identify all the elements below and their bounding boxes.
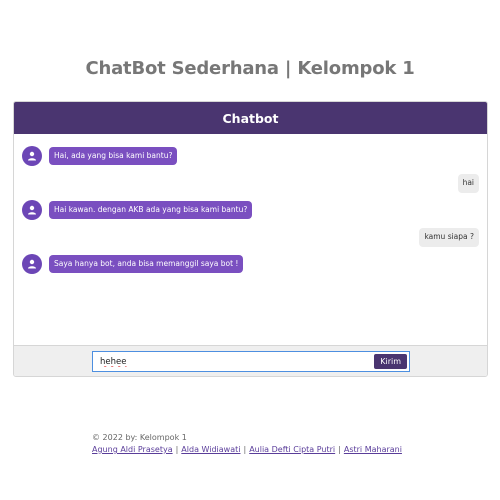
copyright-text: © 2022 by: Kelompok 1 <box>92 433 187 442</box>
user-avatar-icon <box>22 200 42 220</box>
chat-header: Chatbot <box>14 102 487 134</box>
user-message: kamu siapa ? <box>419 228 479 247</box>
message-bubble: hai <box>457 174 479 193</box>
footer: © 2022 by: Kelompok 1 Agung Aldi Prasety… <box>92 432 402 456</box>
message-input-bar: Kirim <box>14 345 487 376</box>
message-bubble: Hai kawan. dengan AKB ada yang bisa kami… <box>49 200 253 220</box>
message-input[interactable] <box>93 353 375 370</box>
link-separator: | <box>338 445 341 454</box>
member-link[interactable]: Astri Maharani <box>344 445 402 454</box>
chat-window: Chatbot Hai, ada yang bisa kami bantu? h… <box>13 101 488 377</box>
bot-message: Saya hanya bot, anda bisa memanggil saya… <box>22 254 244 274</box>
bot-message: Hai, ada yang bisa kami bantu? <box>22 146 178 166</box>
message-list: Hai, ada yang bisa kami bantu? hai Hai k… <box>14 134 487 346</box>
user-avatar-icon <box>22 146 42 166</box>
message-input-wrapper: Kirim <box>92 351 410 372</box>
member-links: Agung Aldi Prasetya | Alda Widiawati | Aulia… <box>92 444 402 456</box>
user-message: hai <box>457 174 479 193</box>
member-link[interactable]: Alda Widiawati <box>181 445 240 454</box>
message-bubble: Saya hanya bot, anda bisa memanggil saya… <box>49 254 244 274</box>
page-title: ChatBot Sederhana | Kelompok 1 <box>85 58 415 79</box>
message-bubble: kamu siapa ? <box>419 228 479 247</box>
member-link[interactable]: Aulia Defti Cipta Putri <box>249 445 335 454</box>
send-button[interactable]: Kirim <box>374 354 407 369</box>
user-avatar-icon <box>22 254 42 274</box>
message-bubble: Hai, ada yang bisa kami bantu? <box>49 146 178 166</box>
member-link[interactable]: Agung Aldi Prasetya <box>92 445 173 454</box>
chat-header-title: Chatbot <box>222 110 279 126</box>
link-separator: | <box>175 445 179 454</box>
bot-message: Hai kawan. dengan AKB ada yang bisa kami… <box>22 200 253 220</box>
link-separator: | <box>243 445 247 454</box>
